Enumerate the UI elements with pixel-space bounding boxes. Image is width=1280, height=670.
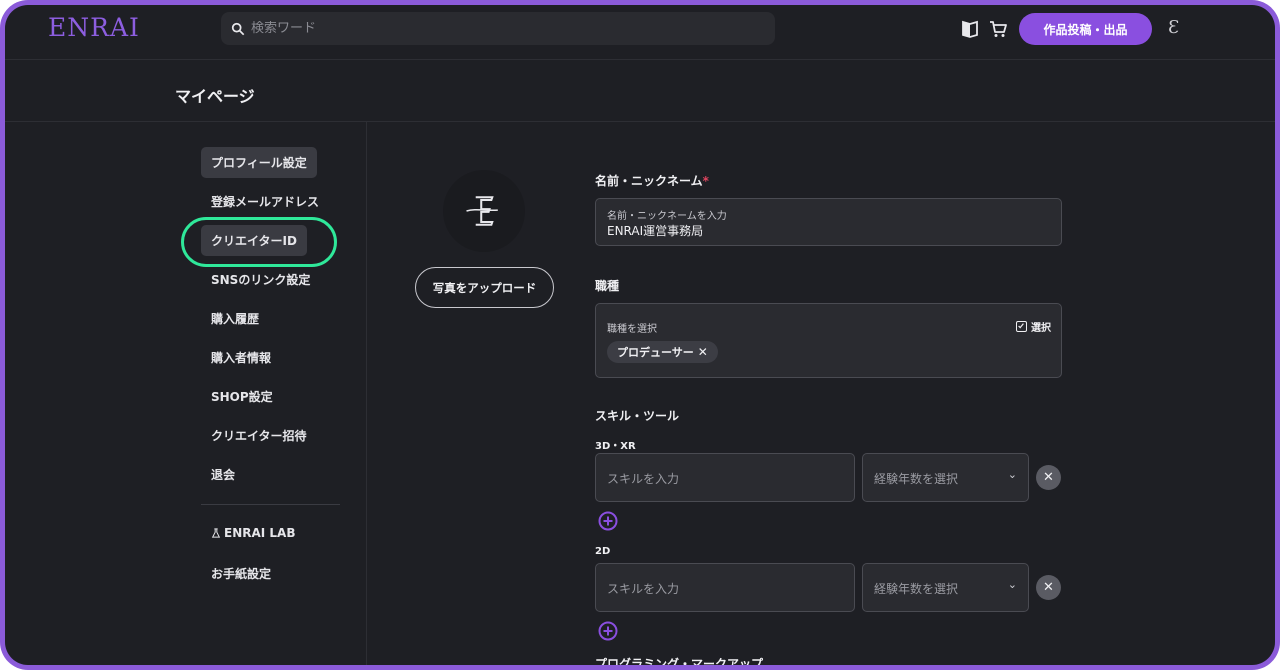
post-work-button[interactable]: 作品投稿・出品 — [1019, 13, 1152, 45]
name-label: 名前・ニックネーム* — [595, 172, 709, 189]
sidebar-item-email[interactable]: 登録メールアドレス — [201, 186, 329, 217]
flask-icon — [211, 528, 221, 538]
checkbox-icon — [1016, 321, 1027, 332]
top-header: ENRAI 作品投稿・出品 Ɛ — [5, 5, 1275, 60]
skill-input-2d[interactable]: スキルを入力 — [595, 563, 855, 612]
job-chip: プロデューサー ✕ — [607, 341, 718, 363]
select-label: 選択 — [1031, 323, 1051, 334]
sidebar-divider — [201, 504, 340, 505]
chevron-down-icon: ⌄ — [1007, 468, 1017, 481]
remove-skill-button-2d[interactable]: ✕ — [1036, 575, 1061, 600]
search-input[interactable] — [251, 21, 751, 36]
skill-placeholder: スキルを入力 — [607, 472, 680, 486]
job-chip-label: プロデューサー — [617, 346, 694, 359]
years-select-3d[interactable]: 経験年数を選択 ⌄ — [862, 453, 1029, 502]
sidebar-item-letter[interactable]: お手紙設定 — [201, 558, 281, 589]
profile-avatar — [443, 170, 525, 252]
add-skill-icon[interactable] — [598, 511, 618, 531]
years-placeholder: 経験年数を選択 — [874, 582, 959, 596]
page-title: マイページ — [175, 87, 255, 106]
search-icon — [231, 22, 245, 35]
user-menu-icon[interactable]: Ɛ — [1168, 17, 1179, 38]
job-field-label: 職種を選択 — [607, 324, 657, 335]
app-screen: ENRAI 作品投稿・出品 Ɛ マイページ プロフィール設定 登録メールアドレス… — [5, 5, 1275, 665]
sidebar-item-enrai-lab[interactable]: ENRAI LAB — [201, 519, 306, 547]
name-field-value: ENRAI運営事務局 — [607, 224, 704, 238]
skill-input-3d[interactable]: スキルを入力 — [595, 453, 855, 502]
job-select-toggle[interactable]: 選択 — [1016, 319, 1051, 334]
sidebar-item-shop[interactable]: SHOP設定 — [201, 381, 283, 412]
sidebar-item-label: ENRAI LAB — [224, 526, 296, 540]
name-label-text: 名前・ニックネーム — [595, 174, 703, 188]
highlight-ring — [181, 217, 337, 267]
page-title-bar: マイページ — [5, 61, 1275, 122]
years-select-2d[interactable]: 経験年数を選択 ⌄ — [862, 563, 1029, 612]
sidebar-item-withdraw[interactable]: 退会 — [201, 459, 245, 490]
chip-remove-icon[interactable]: ✕ — [698, 345, 708, 359]
content-divider — [366, 122, 367, 665]
years-placeholder: 経験年数を選択 — [874, 472, 959, 486]
job-label: 職種 — [595, 279, 620, 293]
upload-photo-button[interactable]: 写真をアップロード — [415, 267, 554, 308]
name-field-label: 名前・ニックネームを入力 — [607, 211, 727, 222]
sidebar-item-sns[interactable]: SNSのリンク設定 — [201, 264, 320, 295]
name-field[interactable]: 名前・ニックネームを入力 ENRAI運営事務局 — [595, 198, 1062, 246]
remove-skill-button-3d[interactable]: ✕ — [1036, 465, 1061, 490]
sidebar-item-invite[interactable]: クリエイター招待 — [201, 420, 317, 451]
sidebar-item-profile[interactable]: プロフィール設定 — [201, 147, 317, 178]
search-bar[interactable] — [221, 12, 775, 45]
skill-group-label-3d: 3D・XR — [595, 441, 636, 452]
enrai-emblem-icon — [466, 196, 498, 226]
sidebar-item-purchase-history[interactable]: 購入履歴 — [201, 303, 269, 334]
required-mark: * — [702, 174, 709, 188]
chevron-down-icon: ⌄ — [1007, 578, 1017, 591]
sidebar-item-buyer-info[interactable]: 購入者情報 — [201, 342, 281, 373]
book-icon[interactable] — [960, 19, 980, 39]
skill-placeholder: スキルを入力 — [607, 582, 680, 596]
enrai-logo[interactable]: ENRAI — [48, 13, 140, 42]
skill-group-label-2d: 2D — [595, 546, 611, 557]
cart-icon[interactable] — [988, 19, 1008, 39]
settings-sidebar: プロフィール設定 登録メールアドレス クリエイターID SNSのリンク設定 購入… — [201, 147, 346, 597]
skill-group-label-programming: プログラミング・マークアップ — [595, 657, 764, 665]
window-frame: ENRAI 作品投稿・出品 Ɛ マイページ プロフィール設定 登録メールアドレス… — [0, 0, 1280, 670]
add-skill-icon[interactable] — [598, 621, 618, 641]
job-field[interactable]: 職種を選択 選択 プロデューサー ✕ — [595, 303, 1062, 378]
skills-label: スキル・ツール — [595, 409, 680, 423]
